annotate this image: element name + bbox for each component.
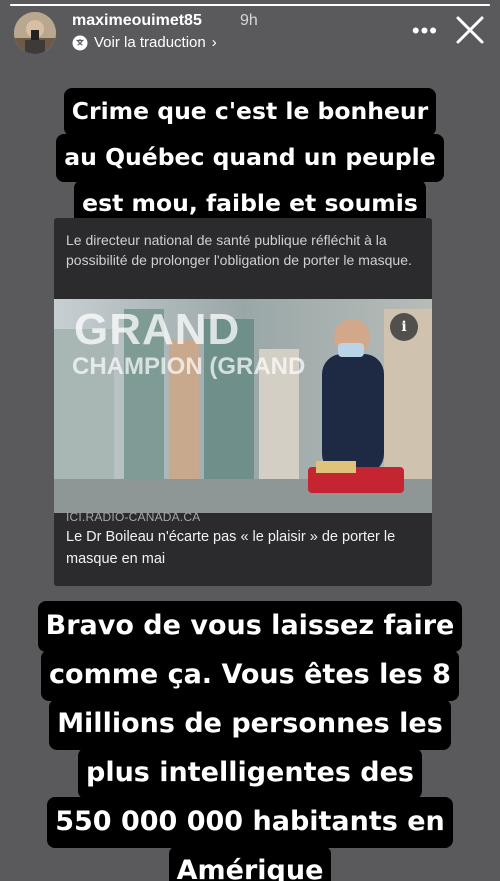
image-overlay-small: CHAMPION (GRAND — [72, 353, 306, 380]
caption-top: Crime que c'est le bonheur au Québec qua… — [0, 88, 500, 228]
post-time: 9h — [240, 12, 258, 29]
story-progress-fill — [10, 4, 490, 6]
story-header: maximeouimet85 9h Voir la traduction › •… — [12, 10, 488, 56]
story-progress-bar — [10, 4, 490, 6]
translate-label: Voir la traduction — [94, 34, 206, 51]
chevron-right-icon: › — [211, 34, 217, 51]
caption-line: Crime que c'est le bonheur — [63, 88, 437, 136]
image-overlay-big: GRAND — [74, 305, 241, 354]
more-options-icon[interactable]: ••• — [412, 20, 438, 42]
caption-line: 550 000 000 habitants en — [47, 797, 453, 848]
avatar[interactable] — [14, 12, 56, 54]
shared-article-card[interactable]: Le directeur national de santé publique … — [54, 218, 432, 586]
caption-line: plus intelligentes des — [78, 748, 422, 799]
article-header-text: Le directeur national de santé publique … — [66, 232, 412, 268]
caption-line: comme ça. Vous êtes les 8 — [41, 650, 459, 701]
info-icon[interactable]: i — [390, 313, 418, 341]
caption-line: Millions de personnes les — [49, 699, 451, 750]
close-icon[interactable] — [452, 12, 488, 48]
article-title[interactable]: Le Dr Boileau n'écarte pas « le plaisir … — [66, 526, 411, 570]
article-image: GRAND CHAMPION (GRAND i — [54, 299, 432, 513]
caption-line: au Québec quand un peuple — [56, 134, 444, 182]
translate-icon — [72, 35, 88, 50]
caption-bottom: Bravo de vous laissez faire comme ça. Vo… — [0, 601, 500, 881]
article-source: ICI.RADIO-CANADA.CA — [66, 510, 201, 524]
username[interactable]: maximeouimet85 — [72, 12, 202, 30]
caption-line: Bravo de vous laissez faire — [37, 601, 463, 652]
caption-line: Amérique — [168, 846, 332, 881]
translate-link[interactable]: Voir la traduction › — [72, 34, 217, 51]
